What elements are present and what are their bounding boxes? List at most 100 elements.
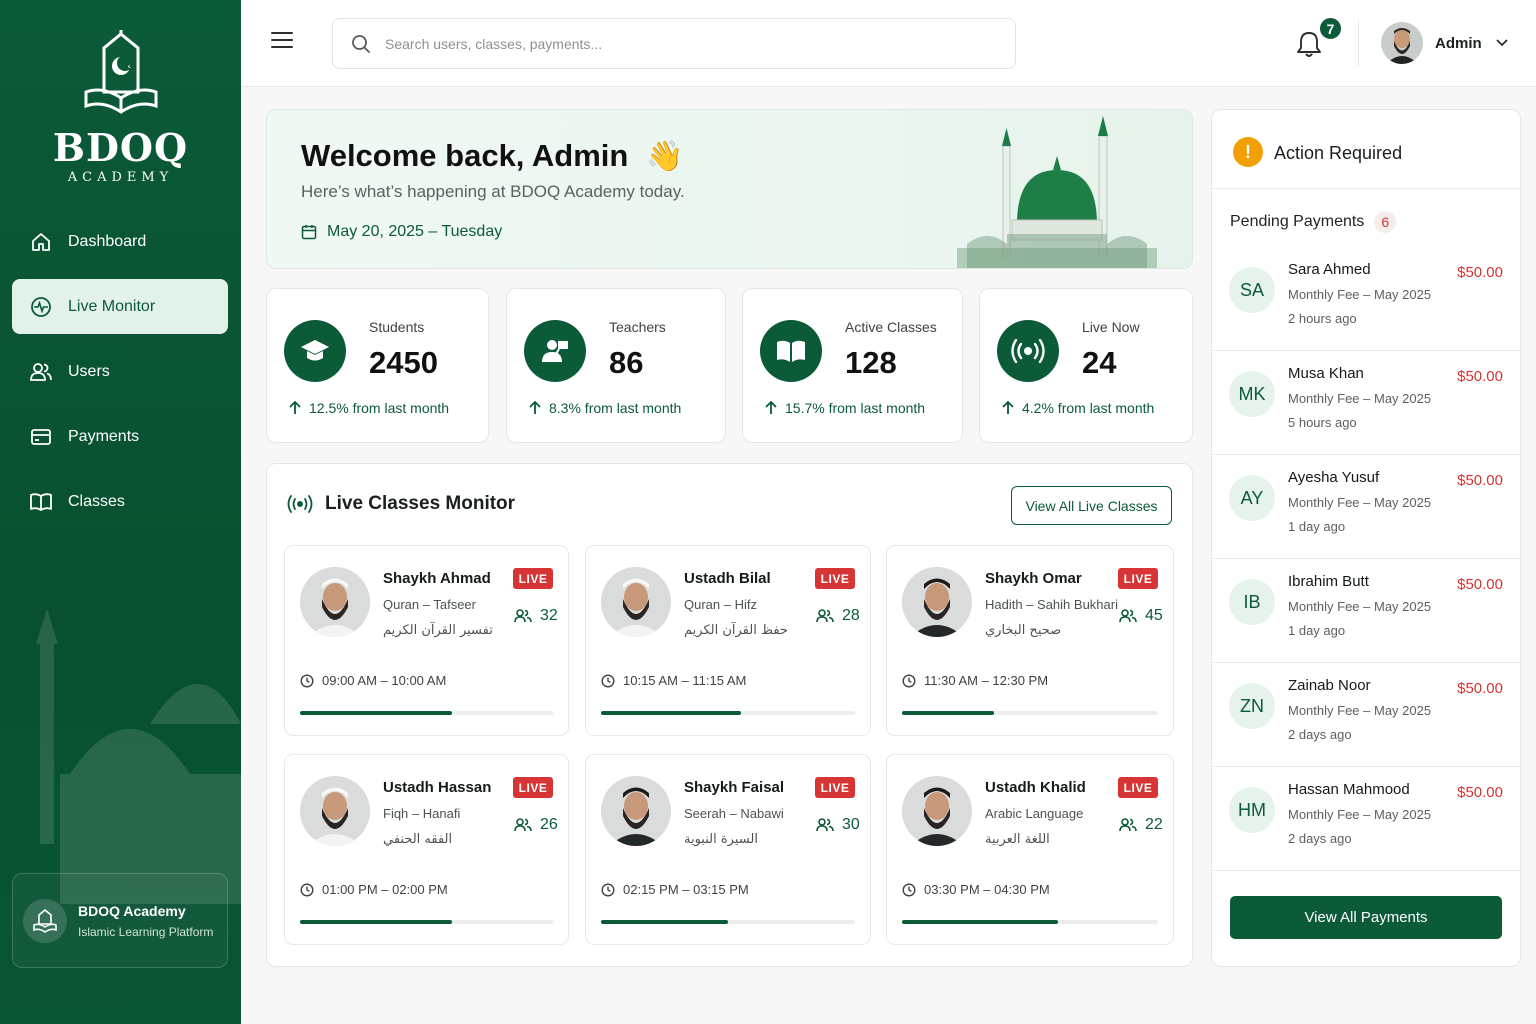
panel-title: Action Required [1274, 143, 1403, 163]
pending-payment-item[interactable]: IB Ibrahim Butt Monthly Fee – May 2025 1… [1212, 559, 1520, 663]
panel-header: ! Action Required [1212, 110, 1520, 189]
stat-change-text: 8.3% from last month [549, 400, 682, 416]
stat-value: 86 [609, 345, 644, 380]
class-progress-fill [300, 711, 452, 715]
search-input[interactable] [385, 35, 985, 52]
payment-amount: $50.00 [1457, 472, 1503, 489]
pending-payment-item[interactable]: HM Hassan Mahmood Monthly Fee – May 2025… [1212, 767, 1520, 871]
chevron-down-icon [1496, 39, 1508, 47]
live-class-card[interactable]: Shaykh Ahmad Quran – Tafseer تفسير القرآ… [284, 545, 569, 736]
class-time: 11:30 AM – 12:30 PM [902, 673, 1048, 688]
sidebar-item-label: Users [68, 362, 110, 380]
divider [1358, 20, 1359, 66]
pending-payment-item[interactable]: AY Ayesha Yusuf Monthly Fee – May 2025 1… [1212, 455, 1520, 559]
sidebar-item-live-monitor[interactable]: Live Monitor [12, 279, 228, 334]
stat-card-live-now[interactable]: Live Now 24 4.2% from last month [979, 288, 1193, 443]
arrow-up-icon [1002, 401, 1014, 414]
live-badge: LIVE [513, 777, 553, 798]
stat-card-active-classes[interactable]: Active Classes 128 15.7% from last month [742, 288, 963, 443]
live-monitor-icon [30, 296, 52, 318]
class-progress-fill [902, 920, 1058, 924]
sidebar-item-dashboard[interactable]: Dashboard [12, 214, 228, 269]
class-progress-bar [902, 920, 1158, 924]
live-class-card[interactable]: Ustadh Khalid Arabic Language اللغة العر… [886, 754, 1174, 945]
live-badge: LIVE [815, 777, 855, 798]
users-icon [30, 361, 52, 383]
notification-count-badge: 7 [1318, 16, 1343, 41]
student-count-value: 26 [540, 816, 558, 833]
users-icon [1119, 609, 1137, 623]
class-arabic-title: صحيح البخاري [985, 623, 1062, 638]
class-subject: Hadith – Sahih Bukhari [985, 597, 1118, 612]
view-all-payments-button[interactable]: View All Payments [1230, 896, 1502, 939]
live-class-card[interactable]: Ustadh Bilal Quran – Hifz حفظ القرآن الك… [585, 545, 871, 736]
stat-change: 4.2% from last month [1002, 400, 1154, 416]
class-progress-bar [300, 920, 553, 924]
sidebar-item-payments[interactable]: Payments [12, 409, 228, 464]
stat-value: 24 [1082, 345, 1117, 380]
payer-name: Musa Khan [1288, 365, 1364, 382]
sidebar-item-label: Dashboard [68, 232, 147, 250]
mosque-silhouette-decoration [36, 609, 241, 904]
avatar [300, 776, 370, 846]
class-progress-bar [601, 711, 855, 715]
teacher-name: Shaykh Faisal [684, 779, 785, 796]
mosque-illustration [957, 116, 1157, 268]
class-time: 03:30 PM – 04:30 PM [902, 882, 1050, 897]
avatar [902, 776, 972, 846]
stat-label: Teachers [609, 319, 666, 335]
users-icon [514, 609, 532, 623]
student-count: 32 [514, 607, 558, 625]
platform-card: BDOQ Academy Islamic Learning Platform [12, 873, 228, 968]
payment-time: 1 day ago [1288, 519, 1346, 534]
brand-subtitle: ACADEMY [67, 170, 174, 185]
stat-change: 12.5% from last month [289, 400, 449, 416]
sidebar: BDOQ ACADEMY Dashboard Live Monitor User… [0, 0, 241, 1024]
stat-change: 15.7% from last month [765, 400, 925, 416]
payment-description: Monthly Fee – May 2025 [1288, 287, 1432, 302]
class-progress-fill [300, 920, 452, 924]
welcome-heading: Welcome back, Admin [301, 138, 629, 173]
pending-payment-item[interactable]: ZN Zainab Noor Monthly Fee – May 2025 2 … [1212, 663, 1520, 767]
class-arabic-title: اللغة العربية [985, 832, 1050, 847]
payment-description: Monthly Fee – May 2025 [1288, 495, 1432, 510]
brand-name: BDOQ [52, 125, 189, 170]
teacher-icon [524, 320, 586, 382]
view-all-live-classes-button[interactable]: View All Live Classes [1011, 486, 1172, 525]
class-time-text: 02:15 PM – 03:15 PM [623, 882, 749, 897]
search-box[interactable] [332, 18, 1016, 69]
class-time-text: 09:00 AM – 10:00 AM [322, 673, 447, 688]
users-icon [816, 818, 834, 832]
payment-description: Monthly Fee – May 2025 [1288, 703, 1432, 718]
stat-card-teachers[interactable]: Teachers 86 8.3% from last month [506, 288, 726, 443]
clock-icon [902, 673, 916, 688]
live-class-card[interactable]: Shaykh Omar Hadith – Sahih Bukhari صحيح … [886, 545, 1174, 736]
sidebar-item-classes[interactable]: Classes [12, 474, 228, 529]
stat-card-students[interactable]: Students 2450 12.5% from last month [266, 288, 489, 443]
live-badge: LIVE [1118, 568, 1158, 589]
class-time-text: 01:00 PM – 02:00 PM [322, 882, 448, 897]
live-class-card[interactable]: Ustadh Hassan Fiqh – Hanafi الفقه الحنفي… [284, 754, 569, 945]
class-time-text: 11:30 AM – 12:30 PM [924, 673, 1049, 688]
class-time: 02:15 PM – 03:15 PM [601, 882, 749, 897]
search-icon [352, 34, 370, 53]
brand-logo[interactable]: BDOQ ACADEMY [0, 30, 241, 185]
open-book-icon [760, 320, 822, 382]
sidebar-item-users[interactable]: Users [12, 344, 228, 399]
class-progress-fill [601, 920, 728, 924]
clock-icon [300, 882, 314, 897]
class-progress-bar [601, 920, 855, 924]
arrow-up-icon [289, 401, 301, 414]
home-icon [30, 231, 52, 253]
live-class-card[interactable]: Shaykh Faisal Seerah – Nabawi السيرة الن… [585, 754, 871, 945]
sidebar-item-label: Payments [68, 427, 140, 445]
stat-value: 2450 [369, 345, 438, 380]
user-menu[interactable]: Admin [1381, 22, 1508, 64]
calendar-icon [301, 225, 317, 240]
pending-payment-item[interactable]: SA Sara Ahmed Monthly Fee – May 2025 2 h… [1212, 247, 1520, 351]
menu-icon[interactable] [271, 32, 293, 52]
pending-payment-item[interactable]: MK Musa Khan Monthly Fee – May 2025 5 ho… [1212, 351, 1520, 455]
top-bar: 7 Admin [241, 0, 1536, 87]
payment-amount: $50.00 [1457, 264, 1503, 281]
student-count-value: 32 [540, 607, 558, 624]
